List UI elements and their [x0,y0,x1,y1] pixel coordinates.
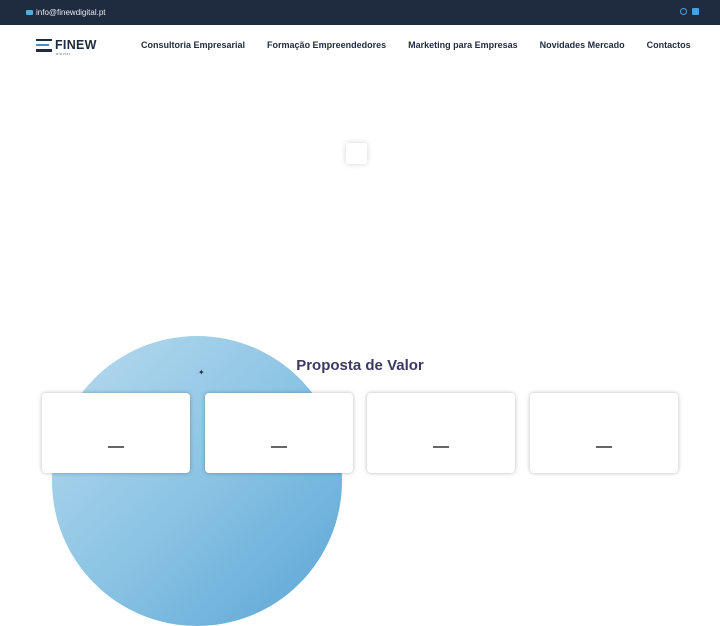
contact-email-link[interactable]: info@finewdigital.pt [26,0,106,25]
logo-text: FINEW [55,38,97,52]
nav-item-contactos[interactable]: Contactos [647,40,691,50]
contact-email-text: info@finewdigital.pt [36,8,106,17]
nav-item-formacao[interactable]: Formação Empreendedores [267,40,386,50]
menu-bars-icon [36,38,52,52]
nav-item-novidades[interactable]: Novidades Mercado [540,40,625,50]
brand-logo[interactable]: FINEW DIGITAL [36,38,97,56]
main-menu: Consultoria Empresarial Formação Empreen… [141,25,691,65]
value-card[interactable] [530,393,678,473]
main-navbar: FINEW DIGITAL Consultoria Empresarial Fo… [0,25,720,65]
nav-item-marketing[interactable]: Marketing para Empresas [408,40,518,50]
nav-item-consultoria[interactable]: Consultoria Empresarial [141,40,245,50]
loading-placeholder [346,143,367,164]
value-card[interactable] [367,393,515,473]
value-card[interactable] [42,393,190,473]
card-divider [433,446,449,448]
top-bar: info@finewdigital.pt [0,0,720,25]
social-links [680,8,699,15]
card-divider [108,446,124,448]
card-divider [271,446,287,448]
card-divider [596,446,612,448]
linkedin-icon[interactable] [692,8,699,15]
section-title: Proposta de Valor [296,357,424,374]
decorative-circle [52,336,342,626]
mail-icon [26,10,33,15]
logo-subtext: DIGITAL [56,52,72,56]
value-card[interactable] [205,393,353,473]
instagram-icon[interactable] [680,8,687,15]
